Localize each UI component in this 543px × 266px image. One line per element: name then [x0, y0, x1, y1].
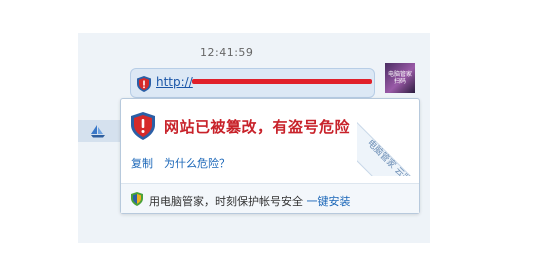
cloud-verify-ribbon: 电脑管家 云鉴定 — [357, 100, 433, 176]
warning-shield-icon — [137, 76, 151, 92]
danger-title: 网站已被篡改，有盗号危险 — [164, 118, 351, 136]
message-timestamp: 12:41:59 — [200, 46, 254, 59]
avatar-label: 电脑管家 扫码 — [387, 71, 412, 85]
footer-message: 用电脑管家，时刻保护帐号安全 一键安装 — [149, 193, 351, 209]
pc-manager-shield-icon — [131, 192, 143, 206]
ribbon-label: 电脑管家 云鉴定 — [357, 122, 433, 176]
copy-link[interactable]: 复制 — [131, 155, 153, 171]
why-dangerous-link[interactable]: 为什么危险？ — [164, 155, 230, 171]
sail-icon[interactable] — [90, 124, 106, 138]
danger-shield-icon — [131, 112, 155, 140]
redacted-url-mark — [192, 79, 372, 84]
message-link[interactable]: http:// — [156, 75, 193, 89]
footer-text: 用电脑管家，时刻保护帐号安全 — [149, 195, 303, 208]
one-click-install-link[interactable]: 一键安装 — [307, 195, 351, 208]
